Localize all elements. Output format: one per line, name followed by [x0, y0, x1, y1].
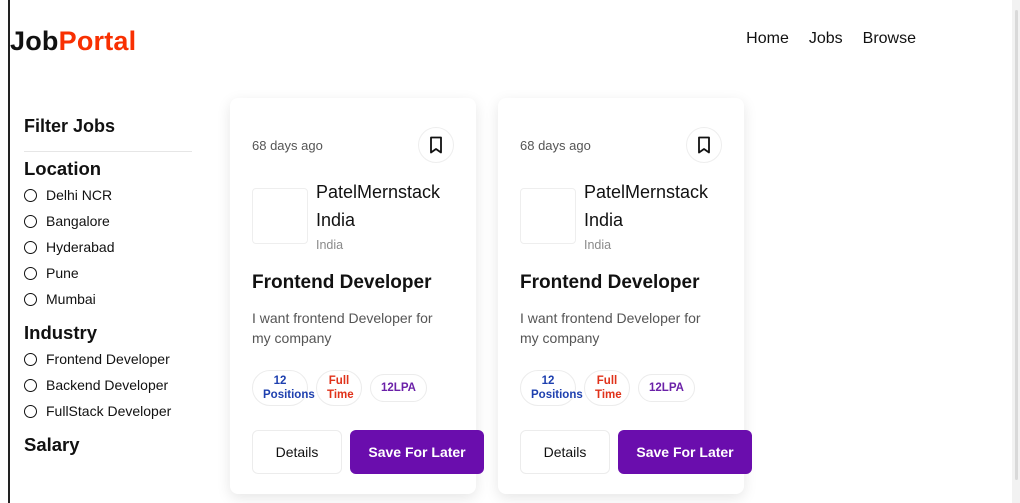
positions-count: 12: [273, 375, 287, 387]
logo-part-job: Job: [10, 26, 59, 56]
filter-option[interactable]: Backend Developer: [24, 376, 199, 394]
radio-unchecked-icon[interactable]: [24, 266, 37, 280]
details-button[interactable]: Details: [520, 430, 610, 474]
save-for-later-button[interactable]: Save For Later: [618, 430, 752, 474]
filter-option-label: Backend Developer: [46, 377, 169, 393]
radio-unchecked-icon[interactable]: [24, 214, 37, 228]
filter-option-label: Mumbai: [46, 291, 96, 307]
positions-label: Positions: [263, 389, 315, 401]
bookmark-button[interactable]: [686, 127, 722, 163]
job-card-header: 68 days ago: [252, 126, 454, 164]
job-type-line2: Time: [595, 389, 622, 401]
vertical-scrollbar[interactable]: [1012, 0, 1020, 503]
job-actions: Details Save For Later: [252, 430, 484, 474]
filter-group-title: Location: [24, 158, 102, 179]
logo-part-portal: Portal: [58, 26, 137, 56]
filter-group-title: Industry: [24, 322, 97, 343]
job-title: Frontend Developer: [520, 272, 700, 293]
radio-unchecked-icon[interactable]: [24, 240, 37, 254]
page-left-edge: [8, 0, 10, 503]
job-badges: 12 Positions Full Time 12LPA: [520, 370, 695, 406]
radio-unchecked-icon[interactable]: [24, 292, 37, 306]
job-badges: 12 Positions Full Time 12LPA: [252, 370, 427, 406]
filter-option-label: Frontend Developer: [46, 351, 170, 367]
bookmark-icon: [430, 136, 442, 154]
job-description: I want frontend Developer for my company: [520, 310, 701, 346]
positions-label: Positions: [531, 389, 583, 401]
filter-option[interactable]: Frontend Developer: [24, 350, 199, 368]
filter-divider: [24, 151, 192, 152]
posted-time: 68 days ago: [252, 137, 323, 153]
top-nav: Home Jobs Browse: [746, 30, 916, 48]
company-block: PatelMernstack India India: [520, 178, 730, 258]
company-block: PatelMernstack India India: [252, 178, 462, 258]
filter-option[interactable]: FullStack Developer: [24, 402, 199, 420]
bookmark-icon: [698, 136, 710, 154]
nav-jobs[interactable]: Jobs: [809, 30, 843, 48]
filter-option-label: Hyderabad: [46, 239, 115, 255]
filter-option[interactable]: Hyderabad: [24, 238, 199, 256]
job-type-line1: Full: [596, 375, 618, 387]
radio-unchecked-icon[interactable]: [24, 378, 37, 392]
job-actions: Details Save For Later: [520, 430, 752, 474]
filter-title: Filter Jobs: [24, 116, 116, 136]
filter-option[interactable]: Pune: [24, 264, 199, 282]
details-button[interactable]: Details: [252, 430, 342, 474]
filter-option-label: Delhi NCR: [46, 187, 113, 203]
posted-time: 68 days ago: [520, 137, 591, 153]
filter-option-label: Pune: [46, 265, 79, 281]
company-location: India: [316, 238, 344, 252]
bookmark-button[interactable]: [418, 127, 454, 163]
app-logo[interactable]: JobPortal: [10, 26, 136, 57]
scrollbar-thumb[interactable]: [1015, 10, 1018, 480]
filter-group-industry: Industry Frontend Developer Backend Deve…: [24, 322, 199, 420]
radio-unchecked-icon[interactable]: [24, 404, 37, 418]
job-title: Frontend Developer: [252, 272, 432, 293]
salary-badge: 12LPA: [638, 374, 695, 402]
filter-option-label: Bangalore: [46, 213, 110, 229]
filter-option[interactable]: Delhi NCR: [24, 186, 199, 204]
filter-group-location: Location Delhi NCR Bangalore Hyderabad P…: [24, 158, 199, 308]
radio-unchecked-icon[interactable]: [24, 188, 37, 202]
job-type-badge: Full Time: [584, 370, 630, 406]
filter-option[interactable]: Mumbai: [24, 290, 199, 308]
company-logo: [520, 188, 576, 244]
job-type-line1: Full: [328, 375, 350, 387]
filter-group-salary: Salary: [24, 434, 199, 456]
filter-group-title: Salary: [24, 434, 80, 455]
company-name: PatelMernstack India: [316, 182, 441, 230]
filter-option[interactable]: Bangalore: [24, 212, 199, 230]
company-logo: [252, 188, 308, 244]
job-type-line2: Time: [327, 389, 354, 401]
filter-panel: Filter Jobs Location Delhi NCR Bangalore…: [24, 116, 199, 462]
radio-unchecked-icon[interactable]: [24, 352, 37, 366]
save-for-later-button[interactable]: Save For Later: [350, 430, 484, 474]
company-name: PatelMernstack India: [584, 182, 709, 230]
job-type-badge: Full Time: [316, 370, 362, 406]
positions-badge: 12 Positions: [252, 370, 315, 406]
filter-option-label: FullStack Developer: [46, 403, 172, 419]
job-card[interactable]: 68 days ago PatelMernstack India India F…: [230, 98, 484, 494]
positions-count: 12: [541, 375, 555, 387]
job-card-header: 68 days ago: [520, 126, 722, 164]
nav-home[interactable]: Home: [746, 30, 789, 48]
company-location: India: [584, 238, 612, 252]
nav-browse[interactable]: Browse: [863, 30, 916, 48]
job-card[interactable]: 68 days ago PatelMernstack India India F…: [498, 98, 752, 494]
job-description: I want frontend Developer for my company: [252, 310, 433, 346]
salary-badge: 12LPA: [370, 374, 427, 402]
positions-badge: 12 Positions: [520, 370, 583, 406]
